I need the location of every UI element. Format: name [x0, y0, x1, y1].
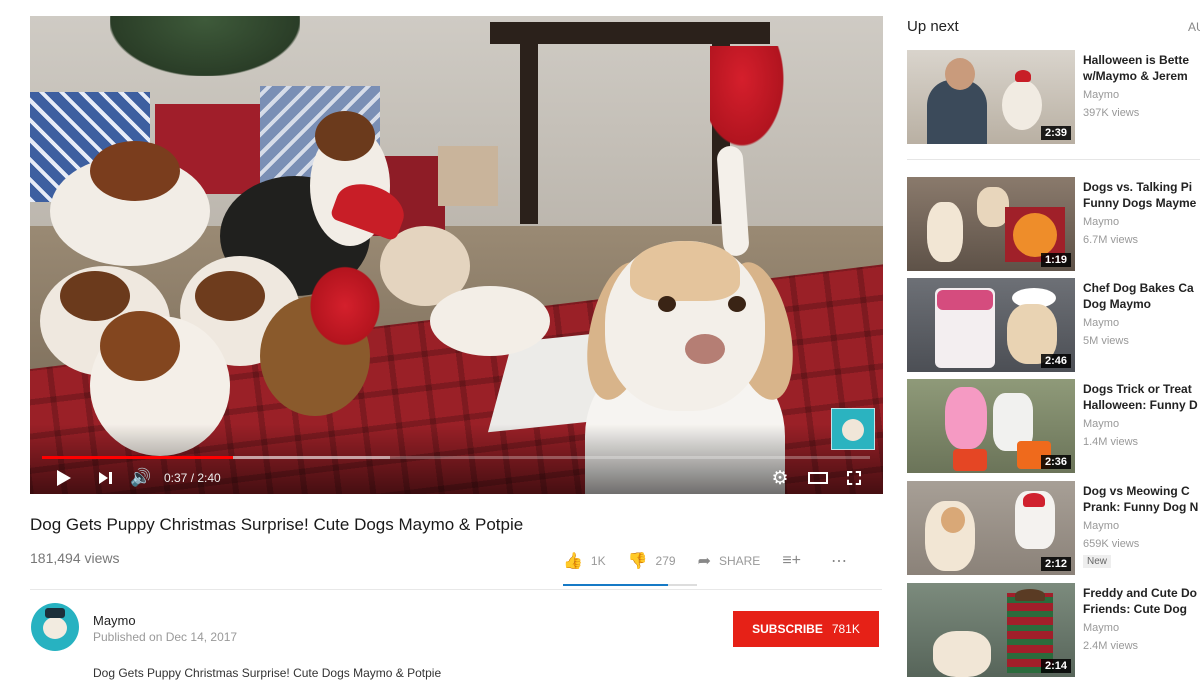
- view-count: 1.4M views: [1083, 436, 1139, 448]
- channel-avatar[interactable]: [31, 603, 79, 651]
- video-actions: 👍 1K 👎 279 ➦ SHARE ≡+ ⋯: [563, 547, 877, 575]
- video-title[interactable]: Chef Dog Bakes Ca Dog Maymo: [1083, 280, 1200, 312]
- player-controls: 🔊 0:37 / 2:40 ⚙: [30, 462, 883, 494]
- recommended-video[interactable]: 2:14 Freddy and Cute Do Friends: Cute Do…: [907, 583, 1200, 678]
- like-count: 1K: [590, 554, 606, 568]
- recommended-video[interactable]: 2:12 Dog vs Meowing C Prank: Funny Dog N…: [907, 481, 1200, 576]
- video-duration: 2:14: [1040, 659, 1071, 673]
- play-button[interactable]: [52, 466, 76, 490]
- time-display: 0:37 / 2:40: [164, 471, 221, 485]
- channel-name: Maymo: [1083, 317, 1120, 329]
- new-badge: New: [1083, 555, 1112, 568]
- thumbs-down-icon: 👎: [627, 553, 648, 570]
- channel-name: Maymo: [1083, 622, 1120, 634]
- fullscreen-button[interactable]: [842, 466, 866, 490]
- view-count: 6.7M views: [1083, 234, 1139, 246]
- more-actions-button[interactable]: ⋯: [831, 551, 855, 571]
- subscribe-button[interactable]: SUBSCRIBE 781K: [733, 611, 879, 647]
- video-duration: 2:39: [1040, 126, 1071, 140]
- recommended-video[interactable]: 2:36 Dogs Trick or Treat Halloween: Funn…: [907, 379, 1200, 474]
- channel-name: Maymo: [1083, 418, 1120, 430]
- channel-name: Maymo: [1083, 216, 1120, 228]
- video-player[interactable]: 🔊 0:37 / 2:40 ⚙: [30, 16, 883, 494]
- recommended-video[interactable]: 2:46 Chef Dog Bakes Ca Dog Maymo Maymo 5…: [907, 278, 1200, 373]
- volume-icon[interactable]: 🔊: [128, 466, 154, 490]
- divider: [30, 589, 882, 590]
- add-to-playlist-button[interactable]: ≡+: [782, 552, 809, 570]
- share-button[interactable]: ➦ SHARE: [698, 551, 761, 571]
- dislike-count: 279: [655, 554, 676, 568]
- video-title[interactable]: Halloween is Bette w/Maymo & Jerem: [1083, 52, 1200, 84]
- video-thumbnail[interactable]: 2:46: [907, 278, 1075, 372]
- video-thumbnail[interactable]: 1:19: [907, 177, 1075, 271]
- video-thumbnail[interactable]: 2:14: [907, 583, 1075, 677]
- like-dislike-bar: [563, 584, 697, 586]
- video-title[interactable]: Dogs Trick or Treat Halloween: Funny D: [1083, 381, 1200, 413]
- channel-name: Maymo: [1083, 89, 1120, 101]
- recommended-video[interactable]: 1:19 Dogs vs. Talking Pi Funny Dogs Maym…: [907, 177, 1200, 272]
- video-thumbnail[interactable]: 2:39: [907, 50, 1075, 144]
- channel-watermark[interactable]: [831, 408, 875, 450]
- description-text: Dog Gets Puppy Christmas Surprise! Cute …: [93, 666, 442, 680]
- video-duration: 2:12: [1040, 557, 1071, 571]
- next-button[interactable]: [94, 466, 116, 490]
- thumbs-up-icon: 👍: [563, 553, 583, 570]
- progress-played: [42, 456, 234, 459]
- video-thumbnail[interactable]: 2:36: [907, 379, 1075, 473]
- more-dots-icon: ⋯: [831, 553, 847, 570]
- video-thumbnail[interactable]: 2:12: [907, 481, 1075, 575]
- share-arrow-icon: ➦: [697, 553, 711, 570]
- view-count: 659K views: [1083, 538, 1140, 550]
- like-ratio-fill: [563, 584, 668, 586]
- dislike-button[interactable]: 👎 279: [628, 551, 676, 571]
- video-title[interactable]: Dogs vs. Talking Pi Funny Dogs Mayme: [1083, 179, 1200, 211]
- channel-name[interactable]: Maymo: [93, 613, 136, 628]
- video-title[interactable]: Freddy and Cute Do Friends: Cute Dog: [1083, 585, 1200, 617]
- like-button[interactable]: 👍 1K: [563, 551, 606, 571]
- channel-name: Maymo: [1083, 520, 1120, 532]
- up-next-heading: Up next: [907, 18, 959, 35]
- video-duration: 2:36: [1040, 455, 1071, 469]
- autoplay-label: AU: [1188, 20, 1200, 34]
- subscriber-count: 781K: [831, 622, 860, 636]
- playlist-add-icon: ≡+: [782, 552, 801, 569]
- progress-bar[interactable]: [42, 456, 870, 459]
- video-title[interactable]: Dog vs Meowing C Prank: Funny Dog N: [1083, 483, 1200, 515]
- sidebar-divider: [907, 159, 1200, 160]
- recommended-video[interactable]: 2:39 Halloween is Bette w/Maymo & Jerem …: [907, 50, 1200, 145]
- share-label: SHARE: [718, 554, 761, 568]
- view-count: 2.4M views: [1083, 640, 1139, 652]
- theater-mode-button[interactable]: [804, 466, 832, 490]
- subscribe-label: SUBSCRIBE: [752, 622, 823, 636]
- view-count: 181,494 views: [30, 550, 120, 566]
- publish-date: Published on Dec 14, 2017: [93, 630, 238, 644]
- view-count: 5M views: [1083, 335, 1129, 347]
- video-duration: 1:19: [1040, 253, 1071, 267]
- view-count: 397K views: [1083, 107, 1140, 119]
- video-title: Dog Gets Puppy Christmas Surprise! Cute …: [30, 515, 524, 534]
- video-duration: 2:46: [1040, 354, 1071, 368]
- video-frame: [30, 16, 883, 494]
- gear-icon[interactable]: ⚙: [768, 466, 792, 490]
